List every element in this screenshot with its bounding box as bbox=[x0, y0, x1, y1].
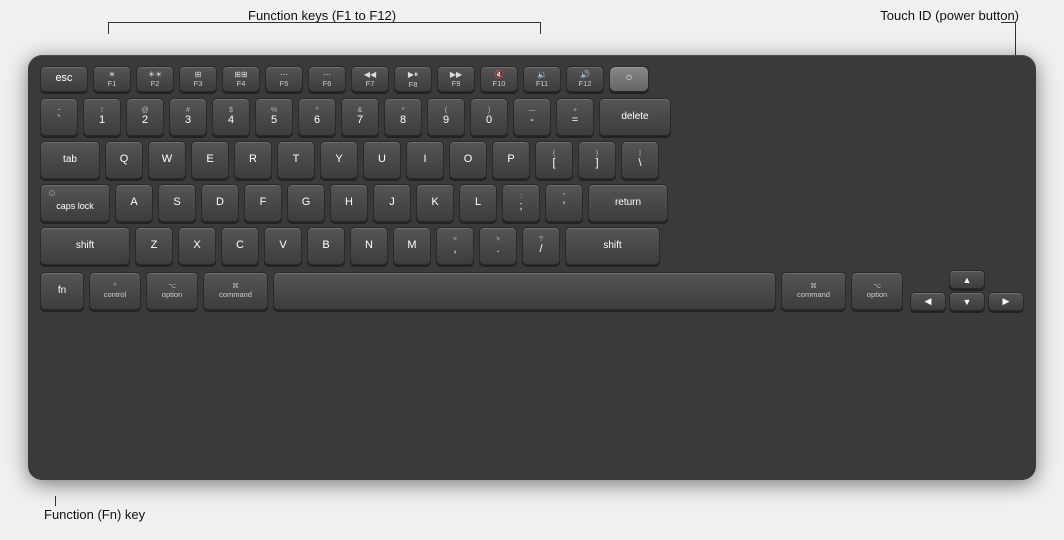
key-6[interactable]: ^ 6 bbox=[298, 98, 336, 136]
key-esc[interactable]: esc bbox=[40, 66, 88, 92]
bottom-row: fn ^ control ⌥ option ⌘ command ⌘ comman… bbox=[40, 270, 1024, 311]
number-row: ~ ` ! 1 @ 2 # 3 $ 4 % 5 bbox=[40, 98, 1024, 136]
keyboard: esc ☀ F1 ☀☀ F2 ⊞ F3 ⊞⊞ F4 ⋯ F5 bbox=[28, 55, 1036, 480]
key-return[interactable]: return bbox=[588, 184, 668, 222]
function-keys-annotation: Function keys (F1 to F12) bbox=[248, 8, 396, 23]
key-command-right[interactable]: ⌘ command bbox=[781, 272, 846, 310]
key-z[interactable]: Z bbox=[135, 227, 173, 265]
key-s[interactable]: S bbox=[158, 184, 196, 222]
key-command-left[interactable]: ⌘ command bbox=[203, 272, 268, 310]
key-0[interactable]: ) 0 bbox=[470, 98, 508, 136]
function-key-row: esc ☀ F1 ☀☀ F2 ⊞ F3 ⊞⊞ F4 ⋯ F5 bbox=[40, 65, 1024, 93]
key-x[interactable]: X bbox=[178, 227, 216, 265]
key-q[interactable]: Q bbox=[105, 141, 143, 179]
key-b[interactable]: B bbox=[307, 227, 345, 265]
key-option-left[interactable]: ⌥ option bbox=[146, 272, 198, 310]
key-arrow-left[interactable]: ◀ bbox=[910, 292, 946, 311]
key-e[interactable]: E bbox=[191, 141, 229, 179]
key-f7[interactable]: ◀◀ F7 bbox=[351, 66, 389, 92]
key-fn[interactable]: fn bbox=[40, 272, 84, 310]
key-capslock[interactable]: caps lock bbox=[40, 184, 110, 222]
key-f5[interactable]: ⋯ F5 bbox=[265, 66, 303, 92]
key-arrow-down[interactable]: ▼ bbox=[949, 292, 985, 311]
key-5[interactable]: % 5 bbox=[255, 98, 293, 136]
key-touch-id[interactable]: ⏻ bbox=[609, 66, 649, 92]
key-t[interactable]: T bbox=[277, 141, 315, 179]
key-f9[interactable]: ▶▶ F9 bbox=[437, 66, 475, 92]
key-g[interactable]: G bbox=[287, 184, 325, 222]
key-quote[interactable]: " ' bbox=[545, 184, 583, 222]
key-control-left[interactable]: ^ control bbox=[89, 272, 141, 310]
key-f11[interactable]: 🔉 F11 bbox=[523, 66, 561, 92]
key-j[interactable]: J bbox=[373, 184, 411, 222]
key-rbracket[interactable]: } ] bbox=[578, 141, 616, 179]
key-2[interactable]: @ 2 bbox=[126, 98, 164, 136]
key-c[interactable]: C bbox=[221, 227, 259, 265]
key-8[interactable]: * 8 bbox=[384, 98, 422, 136]
key-h[interactable]: H bbox=[330, 184, 368, 222]
key-p[interactable]: P bbox=[492, 141, 530, 179]
caps-row: caps lock A S D F G H J K L : ; " ' retu… bbox=[40, 184, 1024, 222]
key-slash[interactable]: ? / bbox=[522, 227, 560, 265]
key-comma[interactable]: < , bbox=[436, 227, 474, 265]
key-u[interactable]: U bbox=[363, 141, 401, 179]
key-o[interactable]: O bbox=[449, 141, 487, 179]
key-r[interactable]: R bbox=[234, 141, 272, 179]
screenshot-container: Function keys (F1 to F12) Touch ID (powe… bbox=[0, 0, 1064, 540]
key-1[interactable]: ! 1 bbox=[83, 98, 121, 136]
key-f12[interactable]: 🔊 F12 bbox=[566, 66, 604, 92]
key-f8[interactable]: ▶⏸ F8 bbox=[394, 66, 432, 92]
key-f[interactable]: F bbox=[244, 184, 282, 222]
touchid-annotation: Touch ID (power button) bbox=[880, 8, 1019, 23]
key-m[interactable]: M bbox=[393, 227, 431, 265]
key-shift-right[interactable]: shift bbox=[565, 227, 660, 265]
key-3[interactable]: # 3 bbox=[169, 98, 207, 136]
key-option-right[interactable]: ⌥ option bbox=[851, 272, 903, 310]
key-f6[interactable]: ⋯ F6 bbox=[308, 66, 346, 92]
key-d[interactable]: D bbox=[201, 184, 239, 222]
key-space[interactable] bbox=[273, 272, 776, 310]
key-tab[interactable]: tab bbox=[40, 141, 100, 179]
key-f10[interactable]: 🔇 F10 bbox=[480, 66, 518, 92]
key-w[interactable]: W bbox=[148, 141, 186, 179]
key-n[interactable]: N bbox=[350, 227, 388, 265]
tab-row: tab Q W E R T Y U I O P { [ } ] | \ bbox=[40, 141, 1024, 179]
key-lbracket[interactable]: { [ bbox=[535, 141, 573, 179]
key-l[interactable]: L bbox=[459, 184, 497, 222]
key-a[interactable]: A bbox=[115, 184, 153, 222]
key-backslash[interactable]: | \ bbox=[621, 141, 659, 179]
key-7[interactable]: & 7 bbox=[341, 98, 379, 136]
key-minus[interactable]: — - bbox=[513, 98, 551, 136]
key-4[interactable]: $ 4 bbox=[212, 98, 250, 136]
fn-key-annotation: Function (Fn) key bbox=[44, 507, 145, 522]
arrow-key-cluster: ▲ ◀ ▼ ▶ bbox=[910, 270, 1024, 311]
key-f1[interactable]: ☀ F1 bbox=[93, 66, 131, 92]
key-f3[interactable]: ⊞ F3 bbox=[179, 66, 217, 92]
key-f2[interactable]: ☀☀ F2 bbox=[136, 66, 174, 92]
key-shift-left[interactable]: shift bbox=[40, 227, 130, 265]
shift-row: shift Z X C V B N M < , > . ? / shift bbox=[40, 227, 1024, 265]
key-period[interactable]: > . bbox=[479, 227, 517, 265]
key-backtick[interactable]: ~ ` bbox=[40, 98, 78, 136]
key-semicolon[interactable]: : ; bbox=[502, 184, 540, 222]
key-delete[interactable]: delete bbox=[599, 98, 671, 136]
key-equals[interactable]: + = bbox=[556, 98, 594, 136]
key-v[interactable]: V bbox=[264, 227, 302, 265]
key-i[interactable]: I bbox=[406, 141, 444, 179]
key-arrow-right[interactable]: ▶ bbox=[988, 292, 1024, 311]
key-f4[interactable]: ⊞⊞ F4 bbox=[222, 66, 260, 92]
key-y[interactable]: Y bbox=[320, 141, 358, 179]
key-arrow-up[interactable]: ▲ bbox=[949, 270, 985, 289]
key-9[interactable]: ( 9 bbox=[427, 98, 465, 136]
key-k[interactable]: K bbox=[416, 184, 454, 222]
